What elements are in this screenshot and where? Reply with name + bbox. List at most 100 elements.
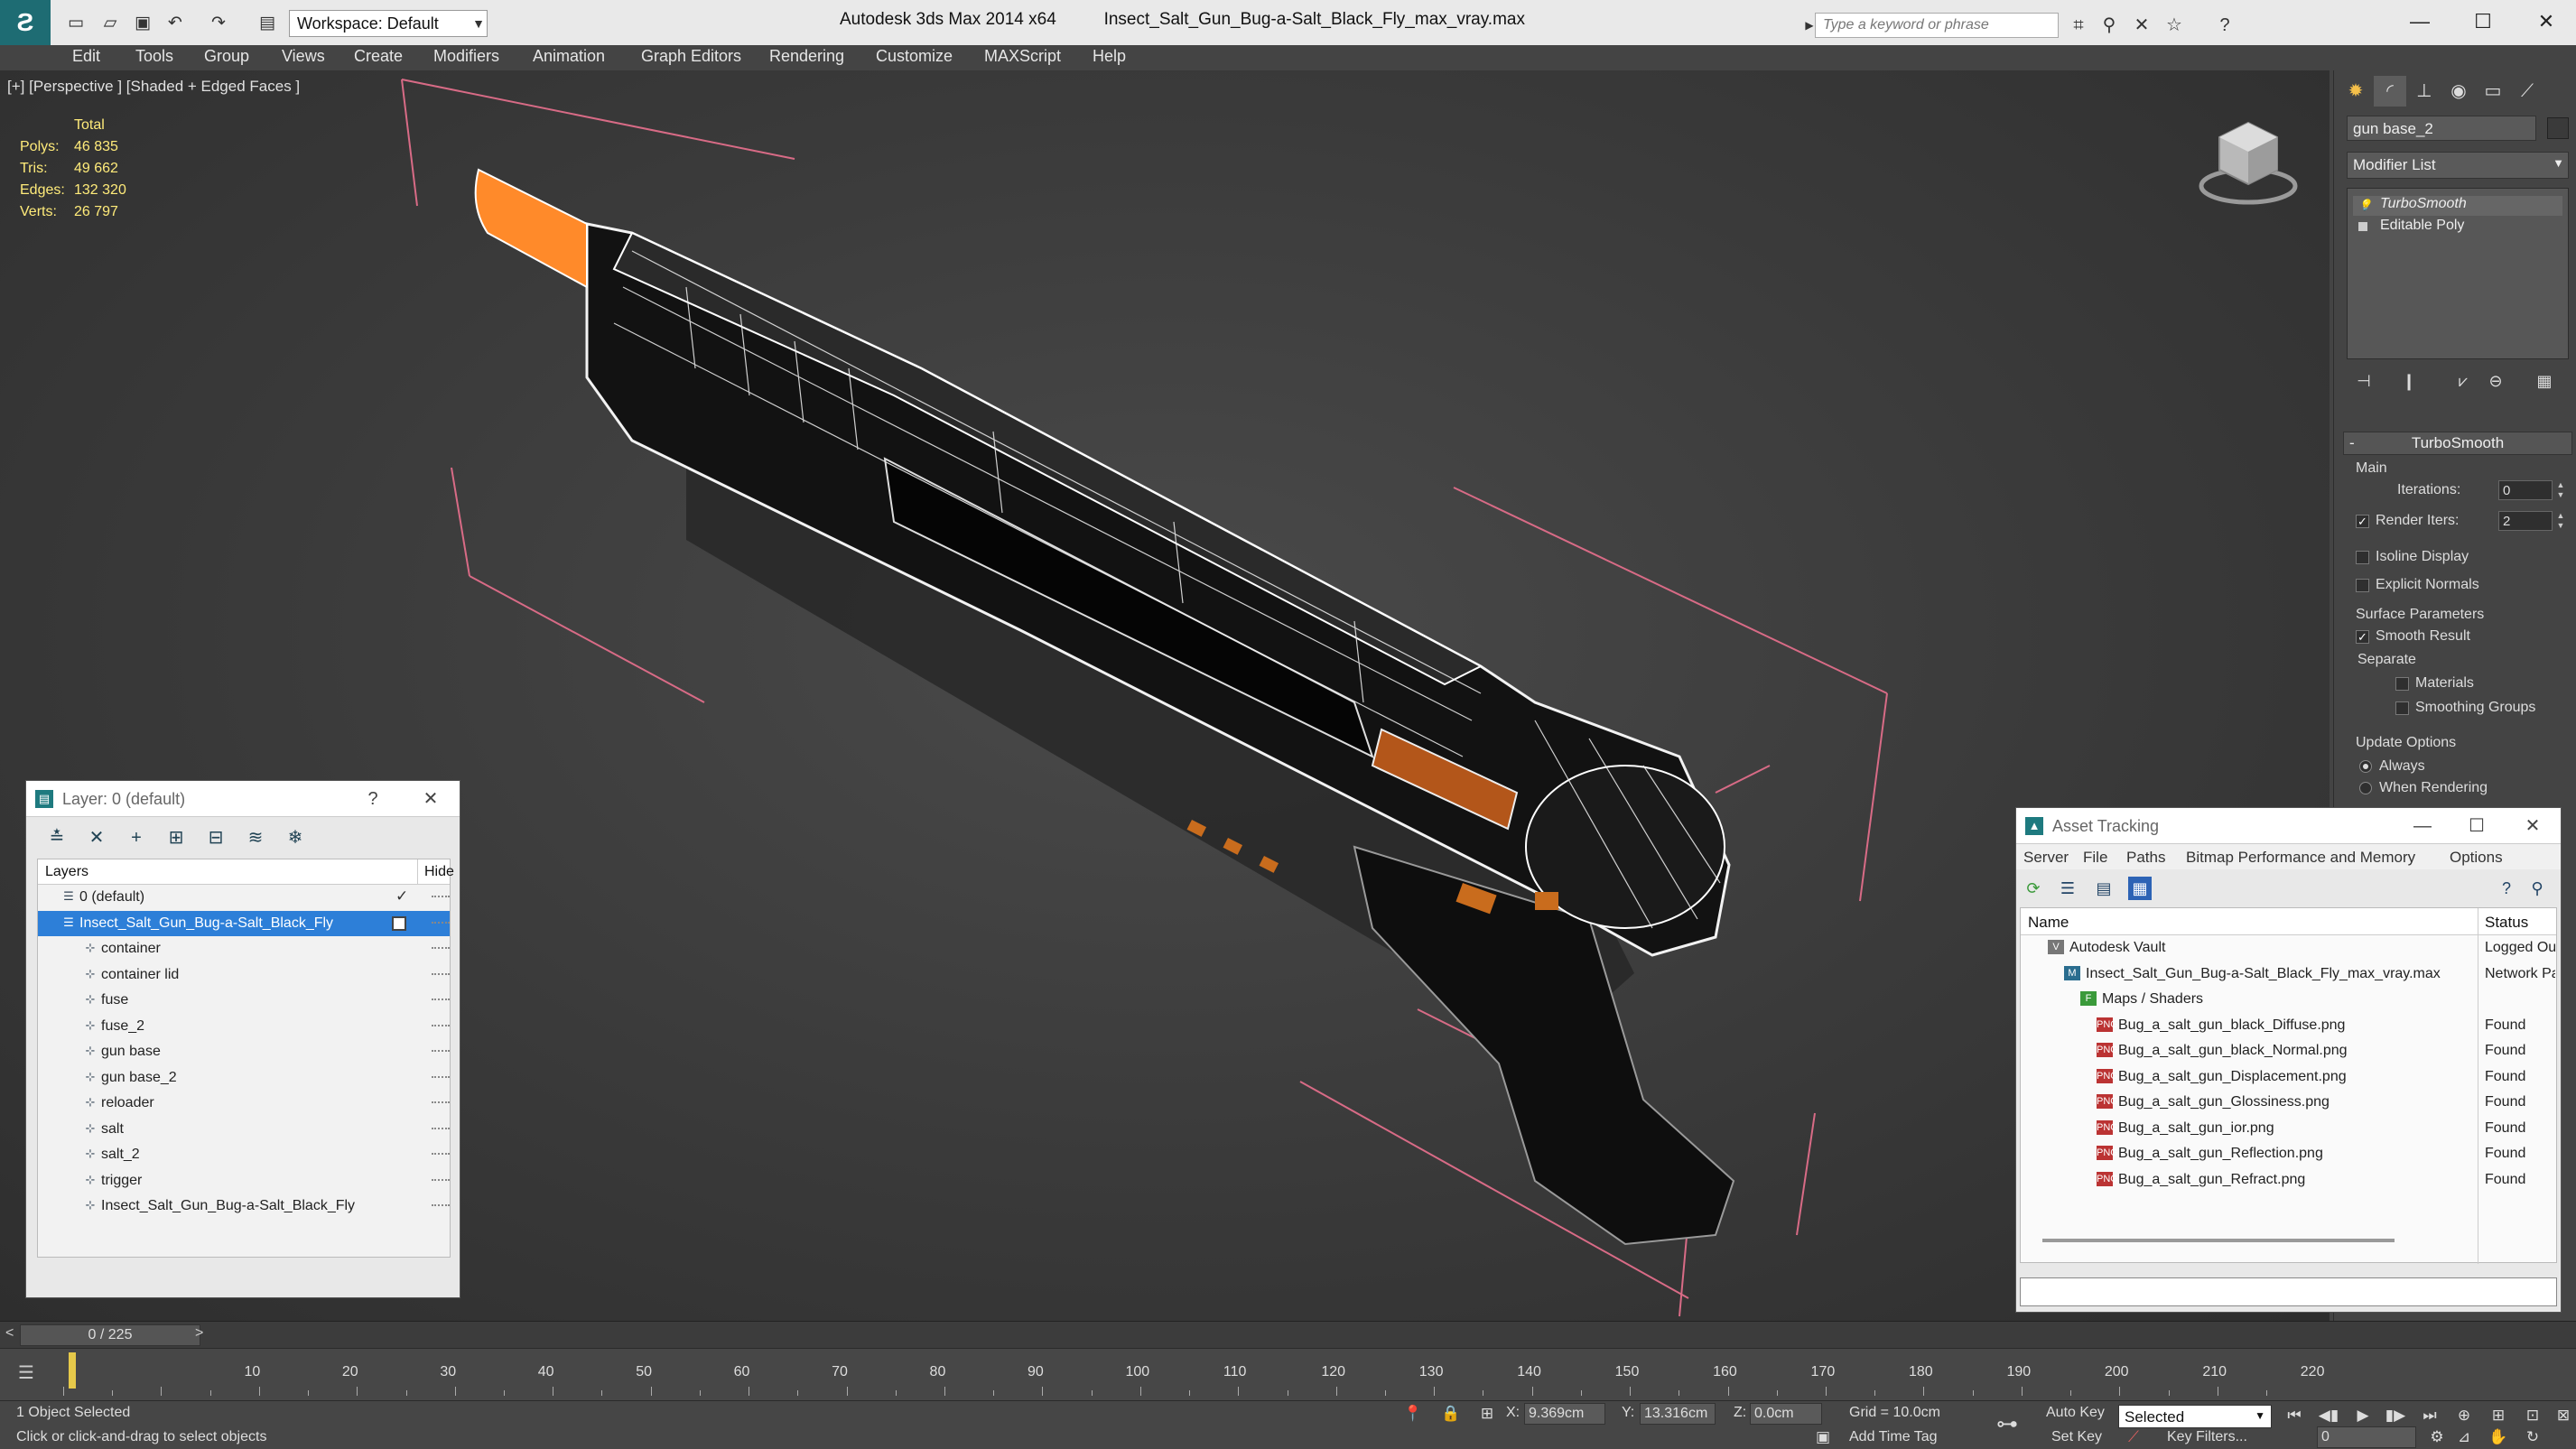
hide-toggle[interactable] — [432, 1153, 450, 1156]
minimize-icon[interactable]: — — [2404, 813, 2441, 839]
layer-row[interactable]: ⊹ salt_2 — [38, 1142, 450, 1167]
time-config-icon[interactable]: ⚙ — [2425, 1426, 2449, 1448]
display-tab-icon[interactable]: ▭ — [2477, 76, 2509, 107]
workspace-dropdown[interactable]: Workspace: Default — [289, 10, 488, 37]
when-rendering-radio[interactable] — [2359, 782, 2372, 794]
go-to-end-icon[interactable]: ⏭ — [2418, 1405, 2441, 1426]
key-icon[interactable]: ⊶ — [1995, 1414, 2019, 1435]
asset-menu-bitmap-performance[interactable]: Bitmap Performance and Memory — [2186, 849, 2415, 867]
undo-icon[interactable]: ↶ — [164, 13, 186, 34]
asset-row[interactable]: PNG Bug_a_salt_gun_black_Normal.png Found — [2021, 1038, 2556, 1064]
time-slider[interactable]: < 0 / 225 > — [0, 1321, 2576, 1348]
asset-row[interactable]: PNG Bug_a_salt_gun_ior.png Found — [2021, 1116, 2556, 1141]
hide-toggle[interactable] — [432, 1050, 450, 1053]
maximize-viewport-icon[interactable]: ⊠ — [2552, 1405, 2575, 1426]
hide-toggle[interactable] — [432, 1127, 450, 1130]
list-view-icon[interactable]: ☰ — [2056, 877, 2079, 900]
materials-checkbox[interactable] — [2395, 677, 2409, 691]
go-to-start-icon[interactable]: ⏮ — [2283, 1405, 2306, 1426]
hide-toggle[interactable] — [432, 999, 450, 1001]
help-icon[interactable]: ? — [2495, 877, 2518, 900]
viewport-label[interactable]: [+] [Perspective ] [Shaded + Edged Faces… — [7, 78, 300, 96]
layer-row[interactable]: ⊹ container — [38, 936, 450, 961]
help-icon[interactable]: ? — [2212, 13, 2237, 38]
auto-key-button[interactable]: Auto Key — [2046, 1405, 2105, 1421]
asset-menu-paths[interactable]: Paths — [2126, 849, 2165, 867]
asset-menu-options[interactable]: Options — [2450, 849, 2503, 867]
asset-menu-file[interactable]: File — [2083, 849, 2107, 867]
layer-row[interactable]: ⊹ Insect_Salt_Gun_Bug-a-Salt_Black_Fly — [38, 1194, 450, 1219]
stack-item-editable-poly[interactable]: Editable Poly — [2353, 218, 2562, 237]
hide-toggle[interactable] — [432, 1075, 450, 1079]
chevron-down-icon[interactable]: ▼ — [470, 10, 488, 37]
layer-row[interactable]: ⊹ fuse_2 — [38, 1014, 450, 1039]
hierarchy-tab-icon[interactable]: ⊥ — [2408, 76, 2441, 107]
menu-group[interactable]: Group — [204, 47, 249, 66]
track-bar[interactable]: ☰ 01020304050607080901001101201301401501… — [0, 1348, 2576, 1400]
hide-toggle[interactable] — [432, 1204, 450, 1207]
hide-all-icon[interactable]: ≋ — [243, 826, 268, 850]
help-button[interactable]: ? — [355, 786, 391, 812]
menu-customize[interactable]: Customize — [876, 47, 953, 66]
menu-modifiers[interactable]: Modifiers — [433, 47, 499, 66]
explicit-normals-checkbox[interactable] — [2356, 579, 2369, 592]
make-unique-icon[interactable]: ⩗ — [2450, 372, 2477, 395]
render-iters-checkbox[interactable]: ✓ — [2356, 515, 2369, 528]
add-time-tag-button[interactable]: Add Time Tag — [1849, 1429, 1938, 1445]
pan-icon[interactable]: ✋ — [2487, 1426, 2510, 1448]
menu-edit[interactable]: Edit — [72, 47, 100, 66]
menu-animation[interactable]: Animation — [533, 47, 605, 66]
app-logo[interactable]: Ƨ — [0, 0, 51, 45]
hide-toggle[interactable] — [432, 1024, 450, 1027]
column-name[interactable]: Name — [2028, 914, 2069, 932]
communication-icon[interactable]: ✕ — [2129, 13, 2154, 38]
freeze-all-icon[interactable]: ❄ — [283, 826, 308, 850]
layer-row[interactable]: ⊹ salt — [38, 1117, 450, 1142]
orbit-icon[interactable]: ↻ — [2521, 1426, 2544, 1448]
menu-rendering[interactable]: Rendering — [769, 47, 844, 66]
new-layer-icon[interactable]: ≛ — [44, 826, 70, 850]
asset-row[interactable]: PNG Bug_a_salt_gun_Reflection.png Found — [2021, 1141, 2556, 1166]
previous-frame-icon[interactable]: < — [5, 1325, 14, 1342]
search-input[interactable]: Type a keyword or phrase — [1815, 13, 2059, 38]
asset-menu-server[interactable]: Server — [2023, 849, 2069, 867]
lightbulb-icon[interactable]: 💡 — [2358, 199, 2372, 211]
binoculars-icon[interactable]: ⌗ — [2066, 13, 2091, 38]
rollout-header[interactable]: - TurboSmooth — [2343, 432, 2572, 455]
menu-views[interactable]: Views — [282, 47, 325, 66]
hide-toggle[interactable] — [432, 1101, 450, 1104]
refresh-icon[interactable]: ⟳ — [2022, 877, 2045, 900]
y-coordinate-field[interactable]: 13.316cm — [1640, 1403, 1716, 1425]
iterations-spinner[interactable]: 0 — [2498, 480, 2553, 500]
create-tab-icon[interactable]: ✹ — [2339, 76, 2372, 107]
field-of-view-icon[interactable]: ⊿ — [2452, 1426, 2476, 1448]
layer-row[interactable]: ⊹ container lid — [38, 962, 450, 988]
spinner-arrows-icon[interactable]: ▲ ▼ — [2554, 511, 2567, 531]
configure-sets-icon[interactable]: ▦ — [2531, 372, 2558, 395]
layer-row[interactable]: ☰ Insect_Salt_Gun_Bug-a-Salt_Black_Fly — [38, 910, 450, 936]
column-layers[interactable]: Layers — [45, 864, 88, 880]
time-slider-handle[interactable]: 0 / 225 — [20, 1324, 200, 1346]
menu-create[interactable]: Create — [354, 47, 403, 66]
open-file-icon[interactable]: ▱ — [99, 13, 121, 34]
layer-row[interactable]: ☰ 0 (default) ✓ — [38, 885, 450, 910]
layer-row[interactable]: ⊹ reloader — [38, 1091, 450, 1116]
track-ruler[interactable]: 0102030405060708090100110120130140150160… — [63, 1349, 2324, 1401]
next-key-icon[interactable]: ▮▶ — [2384, 1405, 2407, 1426]
mini-curve-editor-icon[interactable]: ☰ — [18, 1361, 34, 1384]
x-coordinate-field[interactable]: 9.369cm — [1524, 1403, 1605, 1425]
pin-stack-icon[interactable]: ⊣ — [2350, 372, 2377, 395]
asset-row[interactable]: PNG Bug_a_salt_gun_Displacement.png Found — [2021, 1064, 2556, 1090]
layer-row[interactable]: ⊹ gun base_2 — [38, 1065, 450, 1091]
asset-row[interactable]: V Autodesk Vault Logged Out — [2021, 935, 2556, 961]
motion-tab-icon[interactable]: ◉ — [2442, 76, 2475, 107]
highlight-layer-icon[interactable]: ⊟ — [203, 826, 228, 850]
asset-path-field[interactable] — [2020, 1277, 2557, 1306]
asset-horizontal-scrollbar[interactable] — [2042, 1239, 2395, 1242]
project-folder-icon[interactable]: ▤ — [256, 13, 278, 34]
add-selection-icon[interactable]: + — [124, 826, 149, 850]
remove-modifier-icon[interactable]: ⊖ — [2482, 372, 2509, 395]
table-view-icon[interactable]: ▦ — [2128, 877, 2152, 900]
play-icon[interactable]: ▶ — [2351, 1405, 2375, 1426]
hide-toggle[interactable] — [432, 972, 450, 976]
